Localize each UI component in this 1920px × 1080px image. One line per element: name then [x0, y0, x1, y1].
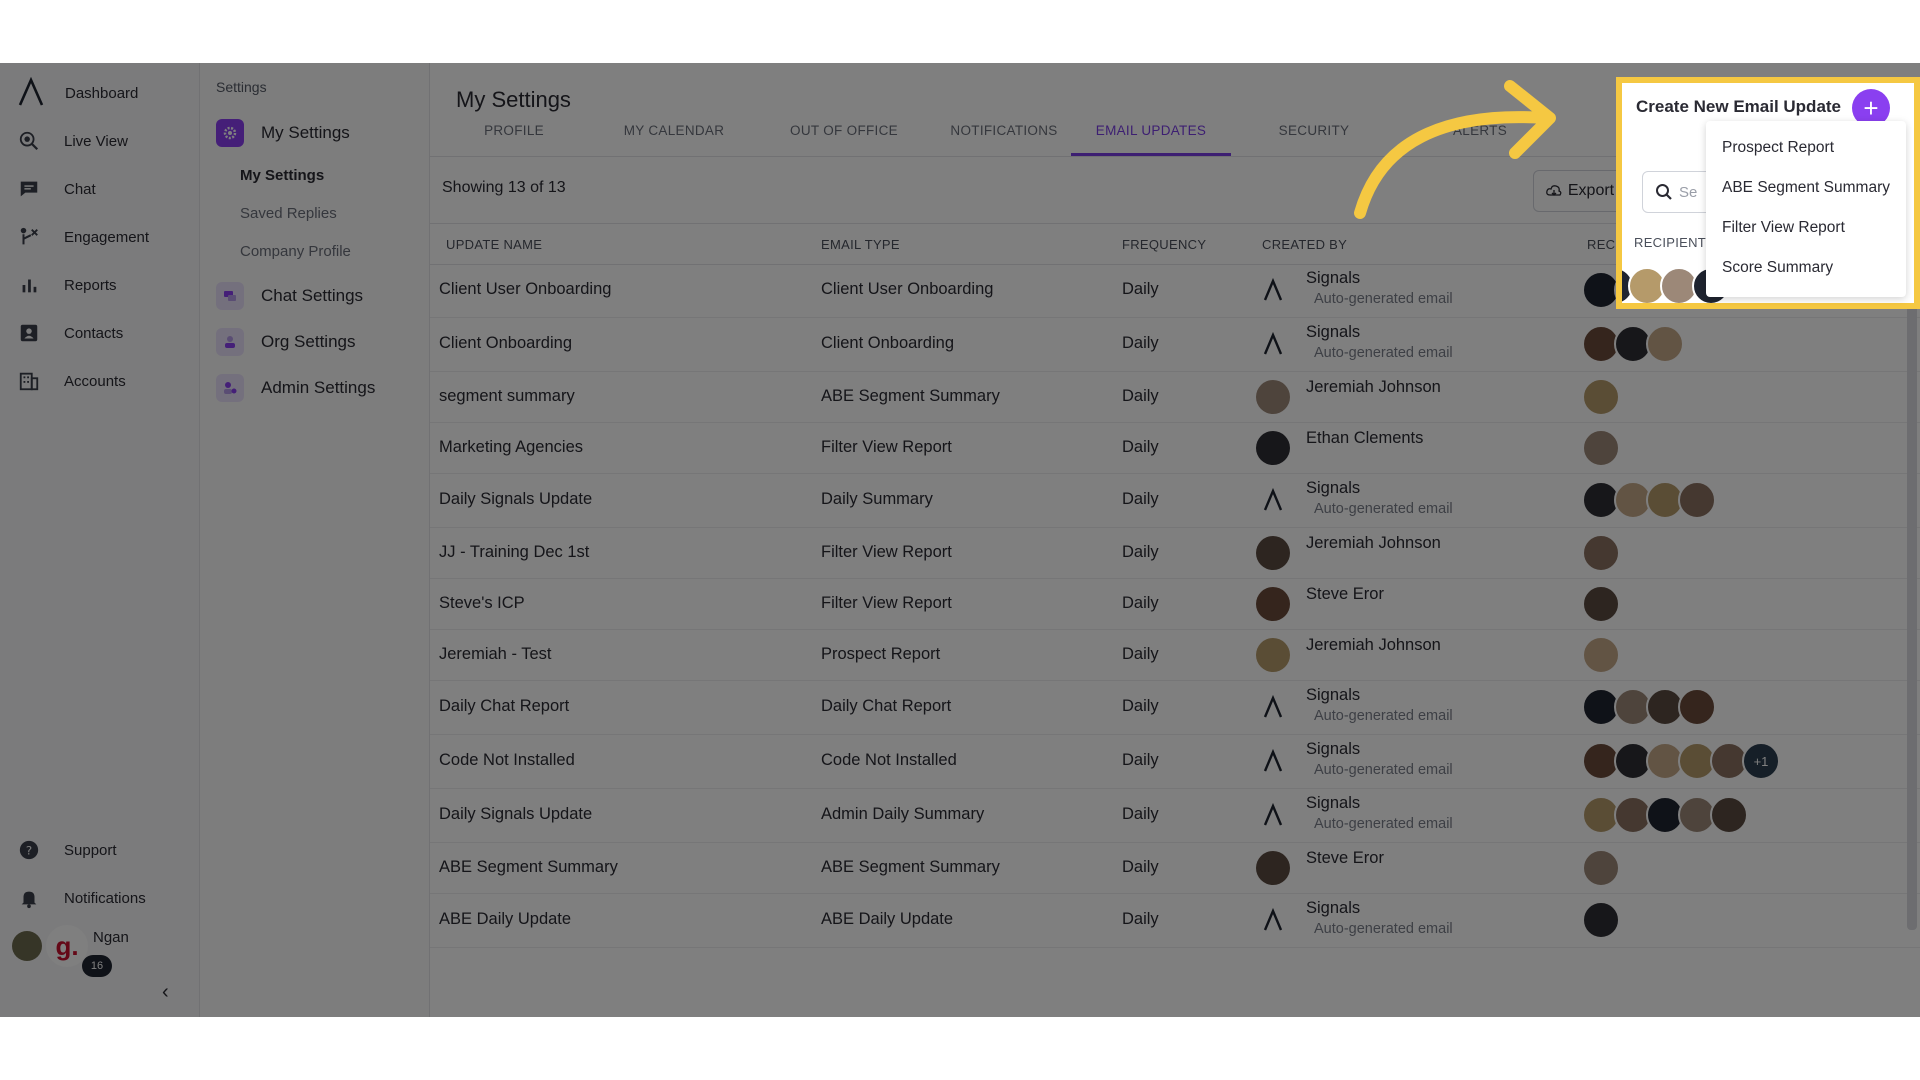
menu-item-prospect-report[interactable]: Prospect Report — [1722, 139, 1834, 157]
menu-item-score-summary[interactable]: Score Summary — [1722, 259, 1833, 277]
menu-item-filter-view-report[interactable]: Filter View Report — [1722, 219, 1845, 237]
search-icon — [1656, 184, 1672, 200]
recipients-header: RECIPIENTS — [1634, 235, 1716, 250]
menu-item-abe-segment-summary[interactable]: ABE Segment Summary — [1722, 179, 1890, 197]
search-input[interactable]: Se — [1642, 171, 1716, 213]
tutorial-arrow-icon — [1354, 80, 1556, 219]
email-type-dropdown: Prospect Report ABE Segment Summary Filt… — [1706, 121, 1906, 297]
create-email-update-title: Create New Email Update — [1636, 97, 1842, 116]
